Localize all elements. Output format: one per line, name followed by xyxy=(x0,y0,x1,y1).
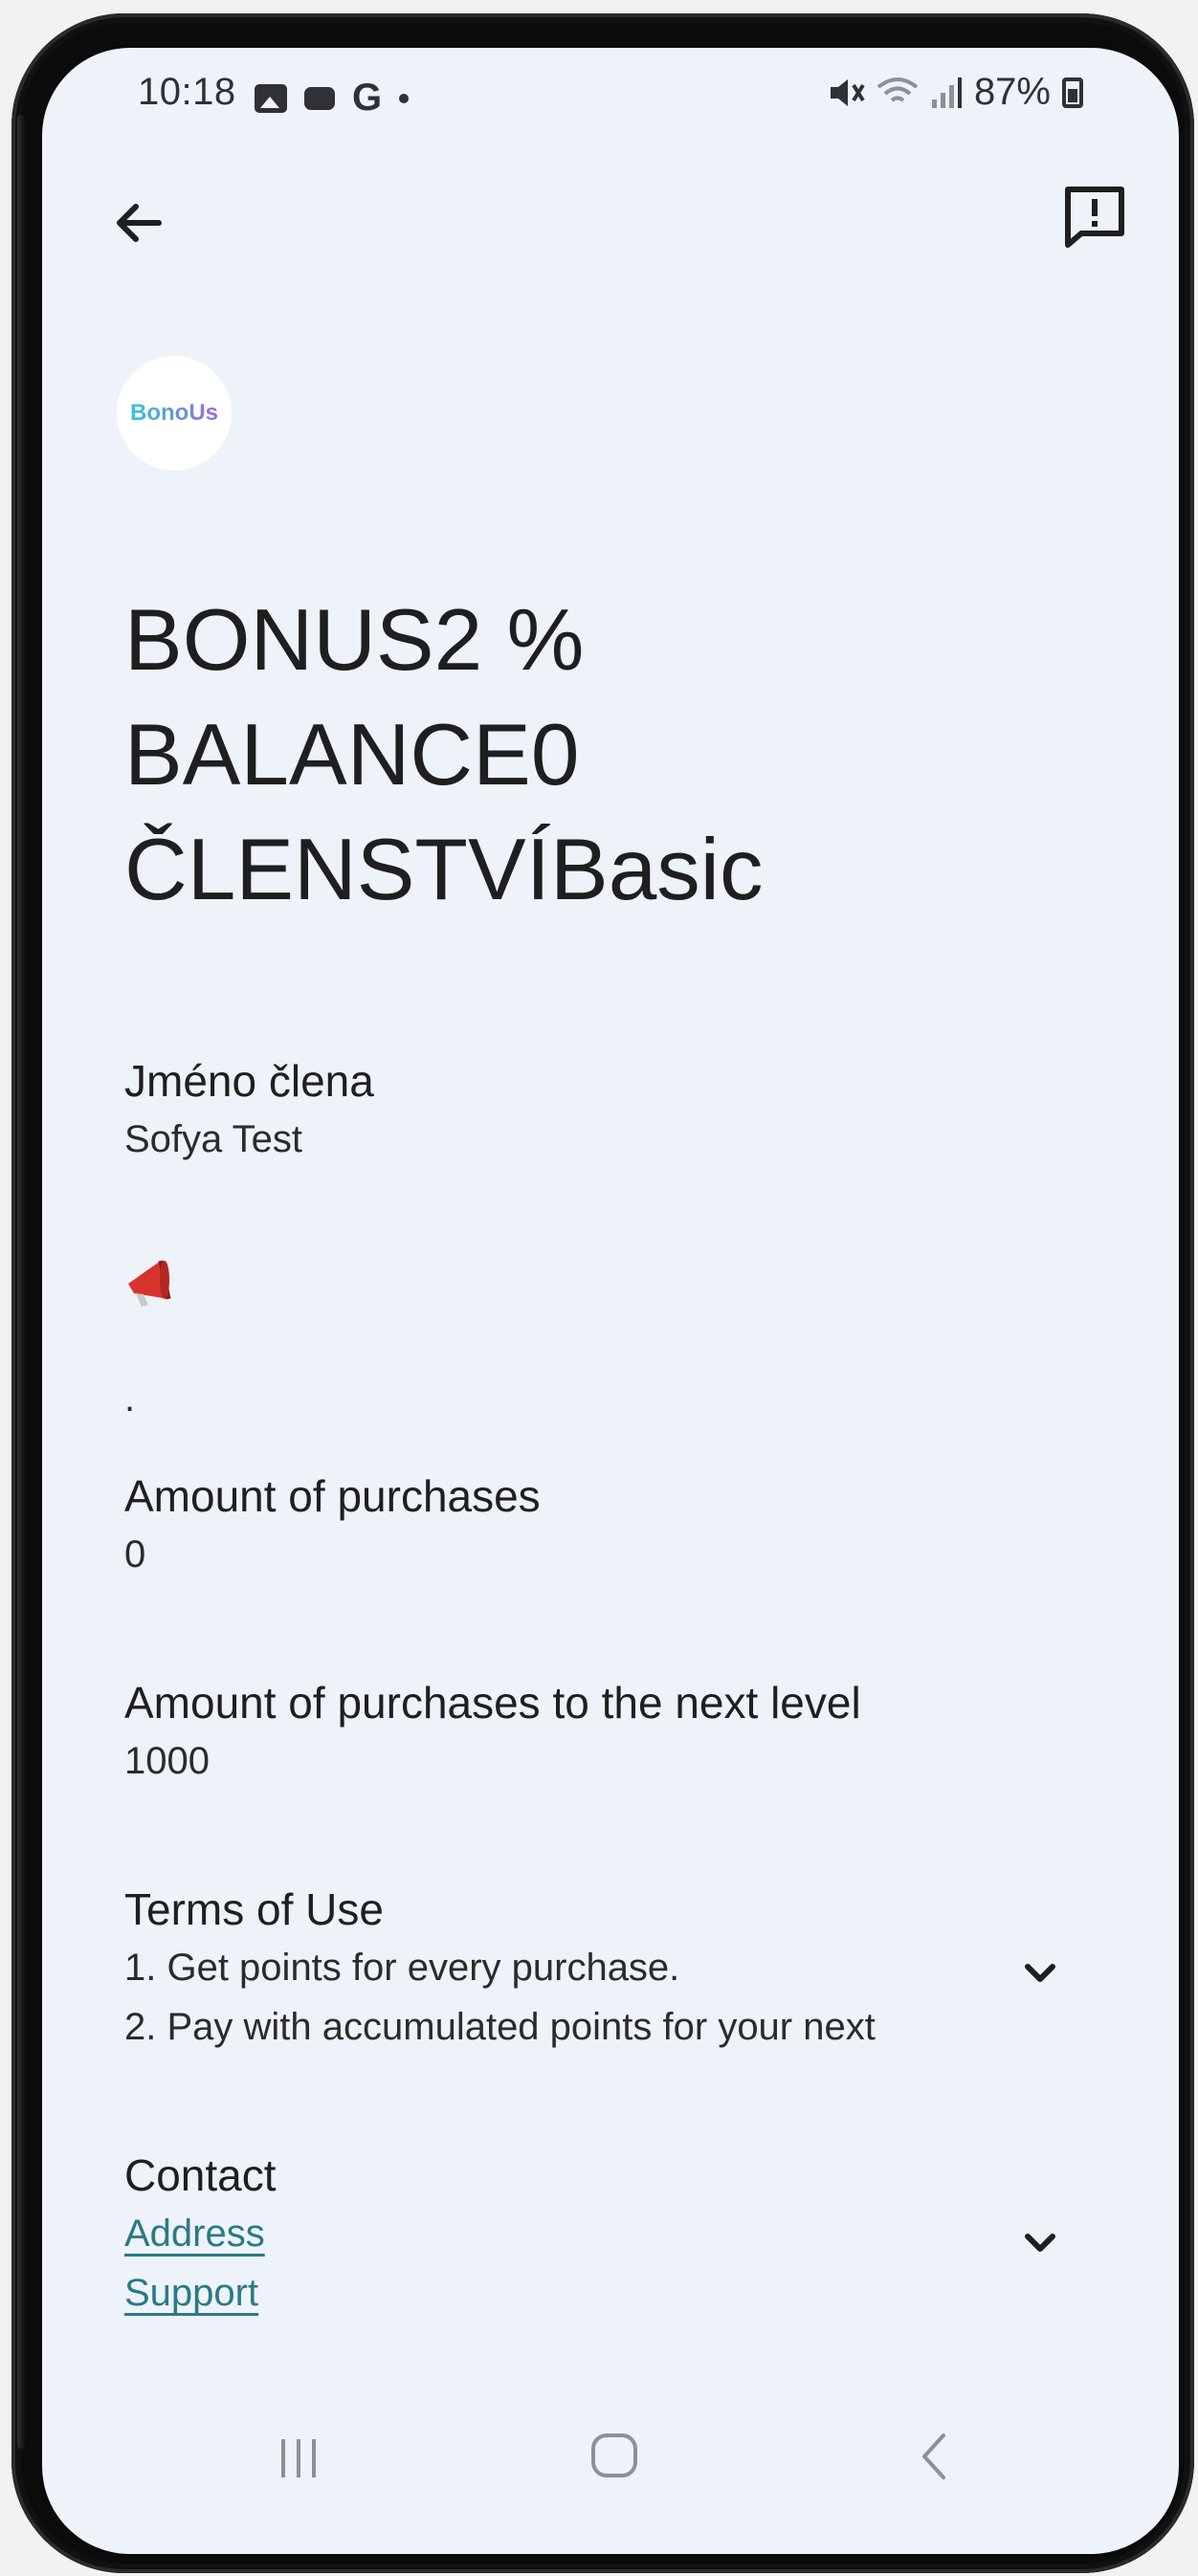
home-icon[interactable] xyxy=(588,2428,643,2483)
mute-icon xyxy=(830,78,865,106)
system-icons: 87% xyxy=(827,71,1083,114)
terms-label: Terms of Use xyxy=(124,1884,384,1934)
terms-line-1: 1. Get points for every purchase. xyxy=(124,1947,680,1989)
headline-membership: ČLENSTVÍBasic xyxy=(124,822,764,918)
notification-icons: G xyxy=(255,77,410,120)
member-name-field: Jméno člena Sofya Test xyxy=(124,1052,374,1169)
megaphone-icon xyxy=(128,1260,171,1307)
wifi-icon xyxy=(876,77,919,102)
brand-logo: BonoUs xyxy=(117,356,232,471)
headline-balance: BALANCE0 xyxy=(124,707,580,804)
next-level-field: Amount of purchases to the next level 10… xyxy=(124,1674,861,1791)
more-notifications-icon xyxy=(399,93,410,103)
announcement-value: . xyxy=(124,1377,136,1420)
headline-bonus: BONUS2 % xyxy=(124,592,585,689)
status-bar: 10:18 G 87% xyxy=(42,69,1179,126)
message-notification-icon xyxy=(304,86,335,110)
contact-field: Contact Address Support xyxy=(124,2147,277,2323)
purchases-label: Amount of purchases xyxy=(124,1471,541,1521)
google-icon: G xyxy=(352,77,383,119)
phone-side-edge xyxy=(17,115,25,2449)
battery-icon xyxy=(1062,77,1083,108)
contact-label: Contact xyxy=(124,2150,277,2200)
terms-line-2: 2. Pay with accumulated points for your … xyxy=(124,2006,876,2048)
recent-apps-icon[interactable] xyxy=(272,2432,325,2485)
terms-expand-chevron-icon[interactable] xyxy=(1014,1948,1066,1999)
status-time: 10:18 xyxy=(138,71,236,113)
member-name-label: Jméno člena xyxy=(124,1056,374,1106)
address-link[interactable]: Address xyxy=(124,2213,265,2255)
support-link[interactable]: Support xyxy=(124,2272,258,2314)
purchases-field: Amount of purchases 0 xyxy=(124,1467,541,1584)
member-name-value: Sofya Test xyxy=(124,1118,303,1160)
purchases-value: 0 xyxy=(124,1533,146,1575)
battery-percent: 87% xyxy=(973,71,1051,113)
brand-logo-text: BonoUs xyxy=(130,400,218,426)
back-arrow-icon[interactable] xyxy=(105,189,172,256)
next-level-label: Amount of purchases to the next level xyxy=(124,1678,861,1728)
card-headline: BONUS2 % BALANCE0 ČLENSTVÍBasic xyxy=(124,583,764,928)
contact-expand-chevron-icon[interactable] xyxy=(1014,2217,1066,2269)
next-level-value: 1000 xyxy=(124,1740,210,1782)
nav-back-icon[interactable] xyxy=(915,2428,953,2485)
image-notification-icon xyxy=(255,83,287,113)
screen: 10:18 G 87% BonoUs BONUS2 % BALANCE0 ČLE… xyxy=(42,48,1179,2554)
system-navigation-bar xyxy=(42,2420,1179,2497)
feedback-icon[interactable] xyxy=(1056,180,1133,256)
terms-field[interactable]: Terms of Use 1. Get points for every pur… xyxy=(124,1881,876,2057)
signal-icon xyxy=(931,77,962,108)
